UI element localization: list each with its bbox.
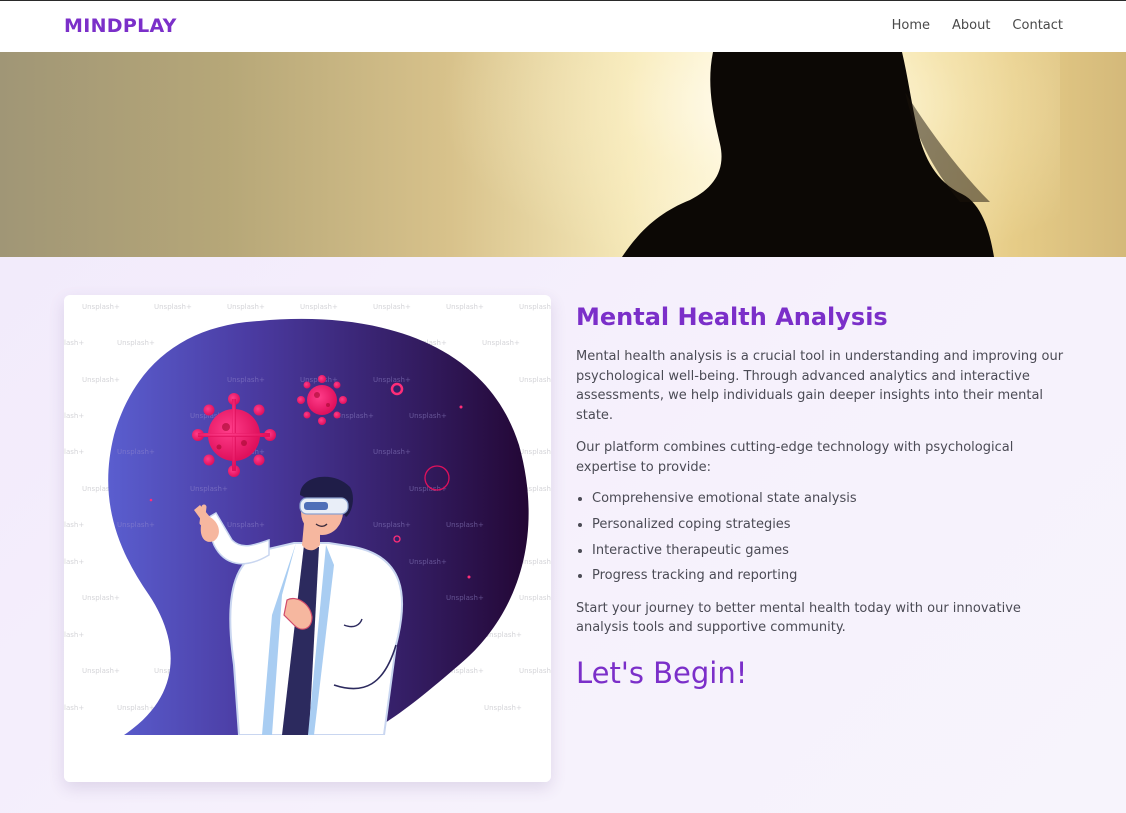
feature-item: Progress tracking and reporting xyxy=(592,566,1066,586)
svg-text:Unsplash+: Unsplash+ xyxy=(82,376,120,384)
svg-text:Unsplash+: Unsplash+ xyxy=(190,485,228,493)
nav-about-link[interactable]: About xyxy=(952,18,990,33)
svg-text:Unsplash+: Unsplash+ xyxy=(373,448,411,456)
svg-text:lash+: lash+ xyxy=(64,704,84,712)
svg-text:Unsplash+: Unsplash+ xyxy=(117,521,155,529)
closing-paragraph: Start your journey to better mental heal… xyxy=(576,600,1021,636)
nav-contact-link[interactable]: Contact xyxy=(1012,18,1063,33)
nav-home-link[interactable]: Home xyxy=(892,18,930,33)
svg-text:Unsplash+: Unsplash+ xyxy=(117,448,155,456)
svg-text:Unsplash+: Unsplash+ xyxy=(482,339,520,347)
lets-begin-link[interactable]: Let's Begin! xyxy=(576,654,747,692)
svg-text:Unsplash+: Unsplash+ xyxy=(227,521,265,529)
svg-text:Unsplash+: Unsplash+ xyxy=(82,594,120,602)
svg-text:Unsplash+: Unsplash+ xyxy=(117,704,155,712)
svg-text:lash+: lash+ xyxy=(64,448,84,456)
svg-text:lash+: lash+ xyxy=(64,631,84,639)
hero-silhouette-image xyxy=(420,52,1060,257)
svg-text:Unsplash+: Unsplash+ xyxy=(446,303,484,311)
svg-text:Unsplash+: Unsplash+ xyxy=(446,594,484,602)
svg-text:Unsplash+: Unsplash+ xyxy=(373,521,411,529)
svg-text:Unsplash+: Unsplash+ xyxy=(117,339,155,347)
platform-paragraph: Our platform combines cutting-edge techn… xyxy=(576,440,1014,475)
content-column: Mental Health Analysis Mental health ana… xyxy=(576,300,1066,692)
svg-text:Unsplash+: Unsplash+ xyxy=(227,303,265,311)
svg-text:Unsplash+: Unsplash+ xyxy=(446,521,484,529)
svg-text:lash+: lash+ xyxy=(64,521,84,529)
svg-text:Unsplash+: Unsplash+ xyxy=(82,667,120,675)
feature-item: Interactive therapeutic games xyxy=(592,541,1066,561)
doctor-illustration: Unsplash+ Unsplash+ Unsplash+ Unsplash+ Unsp… xyxy=(64,303,551,782)
illustration-card: Unsplash+ Unsplash+ Unsplash+ Unsplash+ Unsp… xyxy=(64,295,551,782)
feature-item: Comprehensive emotional state analysis xyxy=(592,489,1066,509)
feature-item: Personalized coping strategies xyxy=(592,515,1066,535)
svg-text:lash+: lash+ xyxy=(64,558,84,566)
svg-text:Unsplash+: Unsplash+ xyxy=(519,376,551,384)
svg-text:Unsplash+: Unsplash+ xyxy=(409,412,447,420)
navbar: MINDPLAY Home About Contact xyxy=(0,1,1126,52)
svg-text:Unsplash+: Unsplash+ xyxy=(519,594,551,602)
svg-text:Unsplash+: Unsplash+ xyxy=(373,376,411,384)
svg-text:lash+: lash+ xyxy=(64,412,84,420)
page-title: Mental Health Analysis xyxy=(576,303,888,331)
svg-text:Unsplash+: Unsplash+ xyxy=(336,412,374,420)
brand-logo[interactable]: MINDPLAY xyxy=(64,15,177,37)
feature-list: Comprehensive emotional state analysis P… xyxy=(576,489,1066,586)
svg-text:Unsplash+: Unsplash+ xyxy=(484,704,522,712)
svg-text:Unsplash+: Unsplash+ xyxy=(373,303,411,311)
hero-banner xyxy=(0,52,1126,257)
intro-paragraph: Mental health analysis is a crucial tool… xyxy=(576,349,1064,423)
svg-text:Unsplash+: Unsplash+ xyxy=(154,303,192,311)
nav-links: Home About Contact xyxy=(892,18,1063,33)
svg-text:Unsplash+: Unsplash+ xyxy=(519,303,551,311)
svg-text:Unsplash+: Unsplash+ xyxy=(227,376,265,384)
svg-text:lash+: lash+ xyxy=(64,339,84,347)
svg-text:Unsplash+: Unsplash+ xyxy=(82,303,120,311)
svg-text:Unsplash+: Unsplash+ xyxy=(519,448,551,456)
svg-text:Unsplash+: Unsplash+ xyxy=(519,667,551,675)
svg-text:Unsplash+: Unsplash+ xyxy=(409,558,447,566)
svg-text:Unsplash+: Unsplash+ xyxy=(519,558,551,566)
svg-text:Unsplash+: Unsplash+ xyxy=(300,303,338,311)
